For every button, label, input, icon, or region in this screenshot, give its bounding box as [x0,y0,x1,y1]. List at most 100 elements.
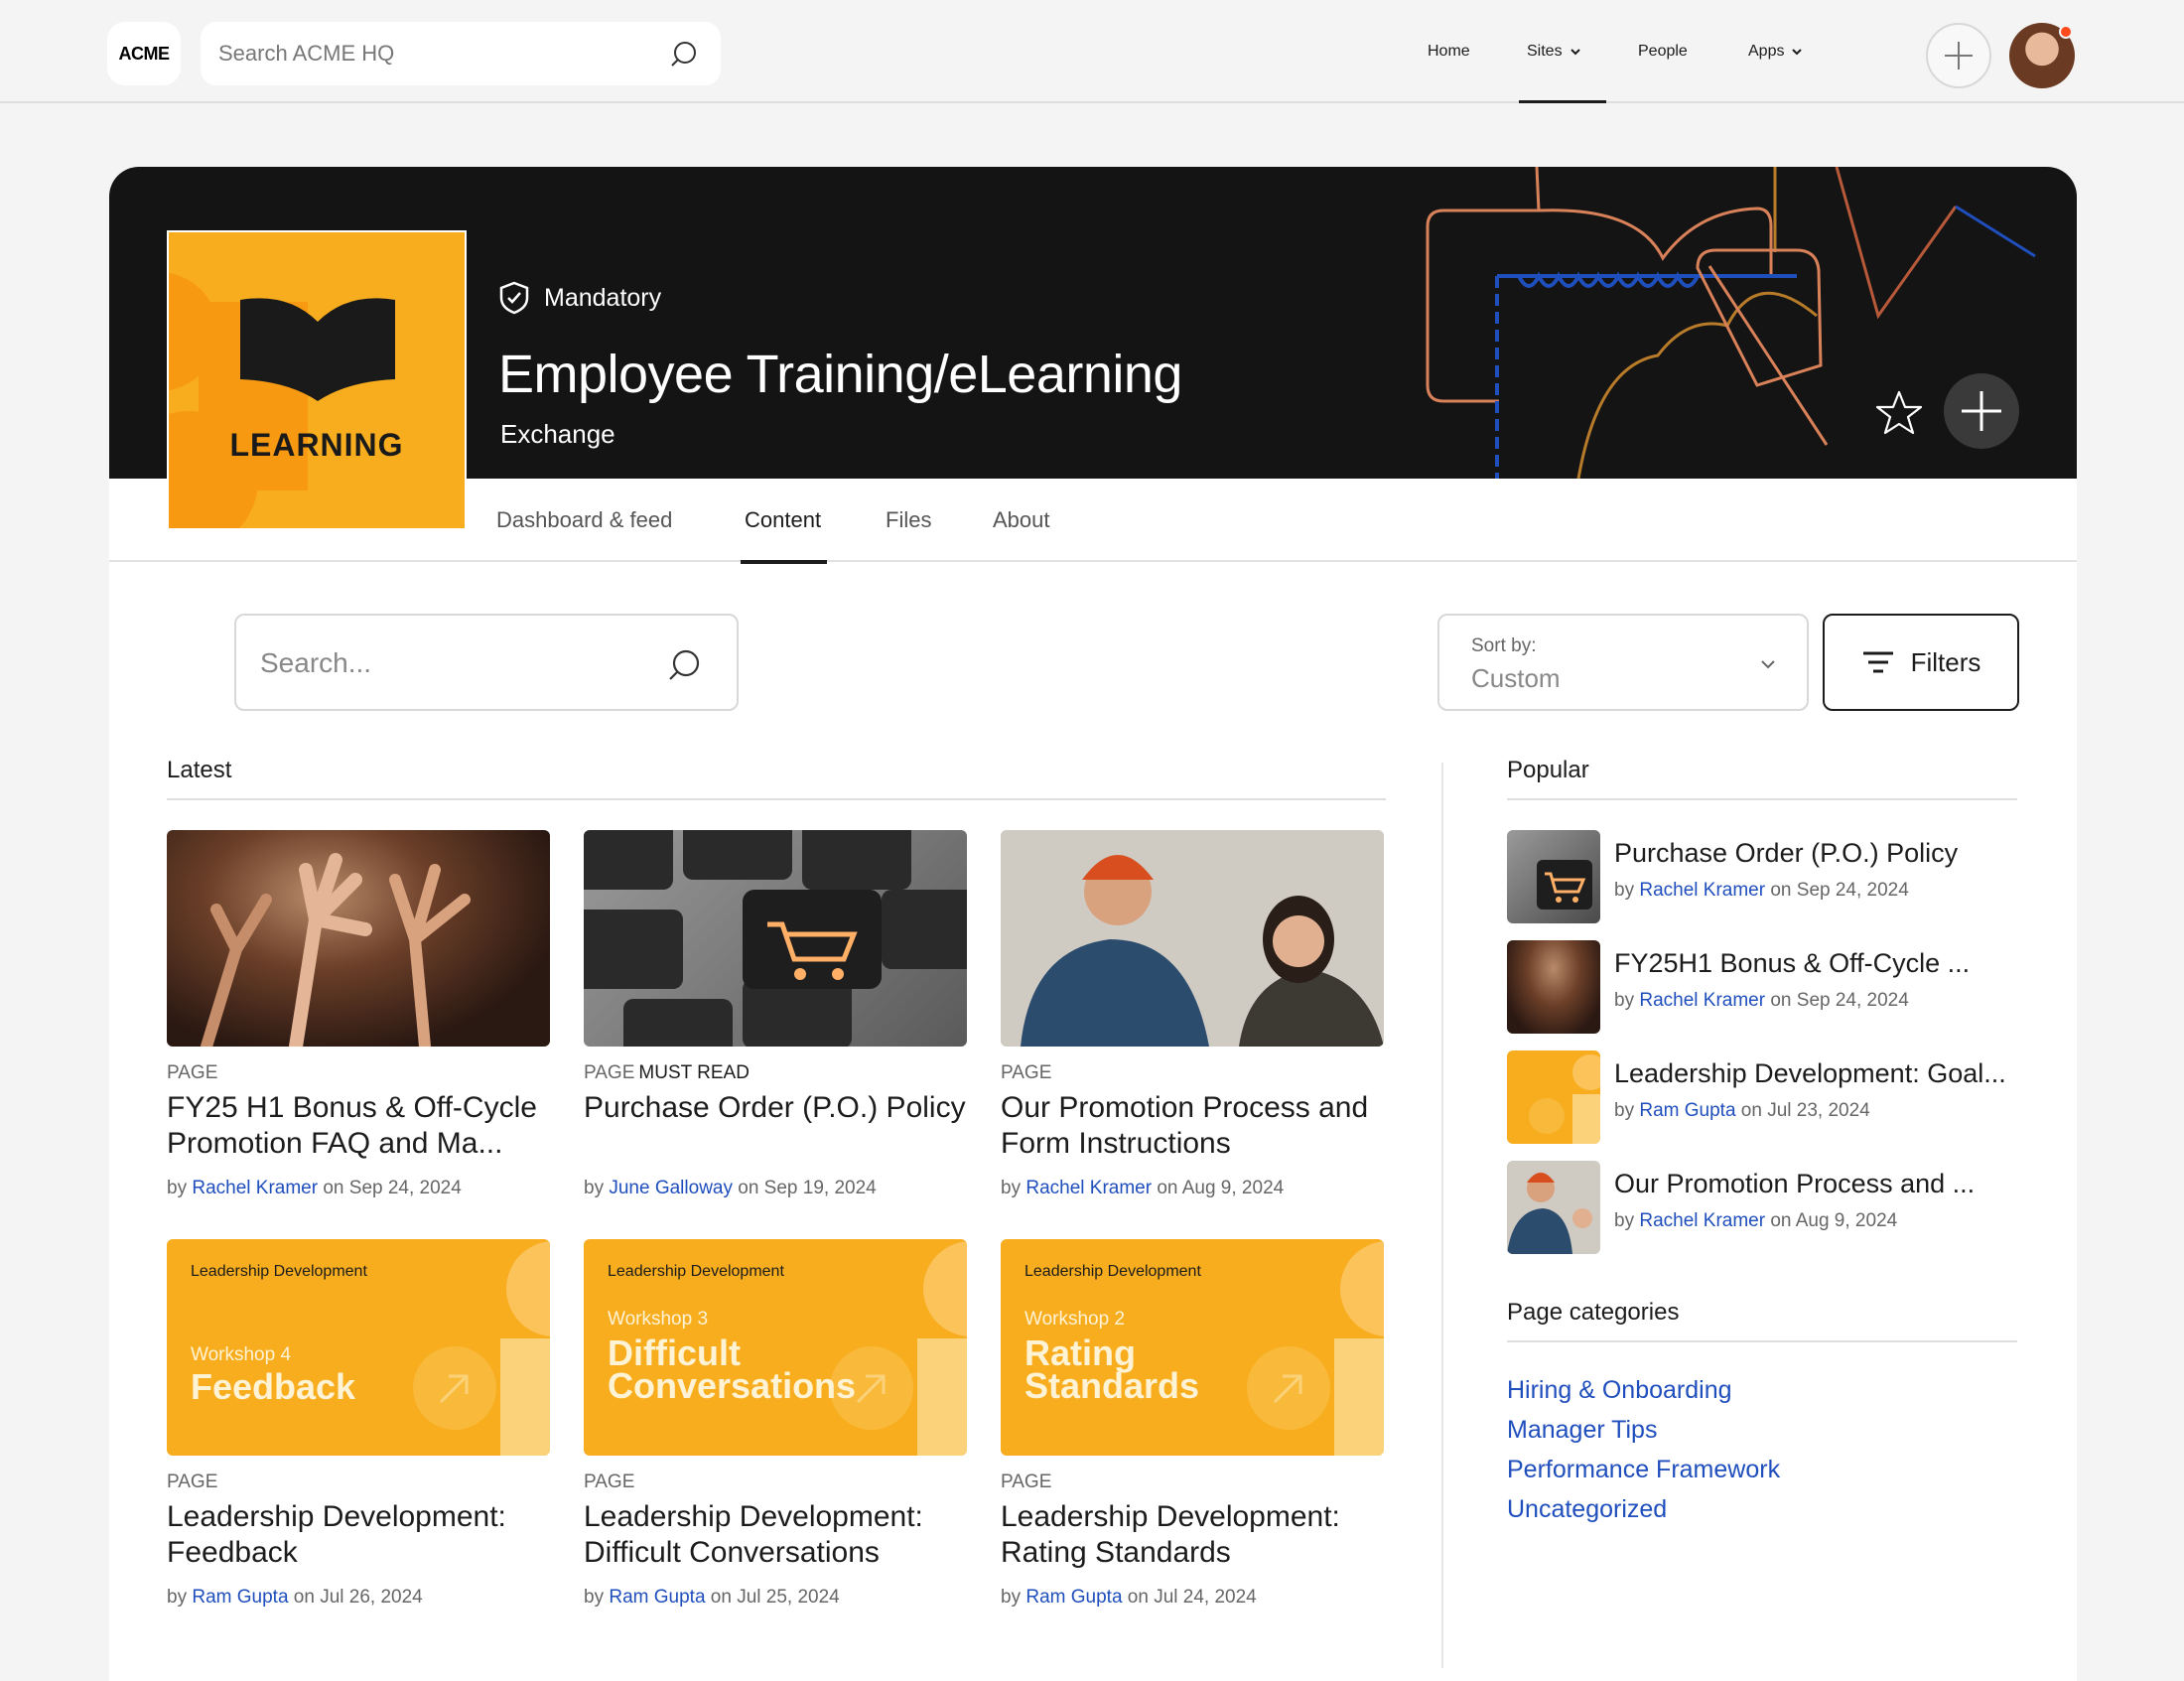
byline-date: on Jul 25, 2024 [710,1587,840,1608]
card-title[interactable]: Leadership Development: Feedback [167,1499,550,1571]
site-logo: LEARNING [167,230,467,530]
site-logo-word: LEARNING [229,427,404,463]
global-search-input[interactable] [218,32,645,75]
popular-item[interactable]: Leadership Development: Goal... by Ram G… [1507,1051,2023,1144]
sort-dropdown[interactable]: Sort by: Custom [1437,614,1809,711]
acme-logo[interactable]: ACME [107,22,181,85]
filter-icon [1862,651,1893,673]
thumb-title: Rating Standards [1024,1332,1200,1406]
card-thumbnail[interactable] [167,830,550,1047]
sort-value: Custom [1471,663,1561,693]
search-icon[interactable] [669,40,699,70]
author-link[interactable]: Rachel Kramer [192,1178,318,1198]
nav-people[interactable]: People [1638,0,1688,103]
card-byline: by Rachel Kramer on Sep 24, 2024 [167,1178,462,1199]
card-byline: by June Galloway on Sep 19, 2024 [584,1178,877,1199]
category-link[interactable]: Manager Tips [1507,1416,1657,1445]
author-link[interactable]: Ram Gupta [1639,1100,1735,1121]
create-button[interactable] [1926,23,1991,88]
byline-date: on Jul 23, 2024 [1740,1100,1870,1121]
filters-label: Filters [1910,646,1981,677]
content-search-input[interactable] [260,639,637,687]
popular-item[interactable]: Our Promotion Process and ... by Rachel … [1507,1161,2023,1254]
byline-date: on Aug 9, 2024 [1770,1210,1898,1231]
content-card: Leadership Development Workshop 3 Diffic… [584,1239,967,1608]
latest-heading: Latest [167,757,232,783]
author-link[interactable]: Rachel Kramer [1025,1178,1152,1198]
popular-item[interactable]: Purchase Order (P.O.) Policy by Rachel K… [1507,830,2023,923]
author-link[interactable]: Ram Gupta [609,1587,705,1608]
nav-sites[interactable]: Sites [1519,0,1606,103]
divider [1507,798,2017,800]
popular-heading: Popular [1507,757,1589,783]
card-thumbnail[interactable]: Leadership Development Workshop 4 Feedba… [167,1239,550,1456]
author-link[interactable]: Rachel Kramer [1639,990,1765,1011]
content-card: PAGE FY25 H1 Bonus & Off-Cycle Promotion… [167,830,550,1198]
tab-content[interactable]: Content [740,479,828,564]
content-type: PAGE [584,1471,634,1493]
tab-about[interactable]: About [993,479,1050,562]
shield-check-icon [499,281,529,315]
content-card: Leadership Development Workshop 2 Rating… [1001,1239,1384,1608]
popular-byline: by Ram Gupta on Jul 23, 2024 [1614,1100,1870,1122]
divider [1441,763,1443,1668]
byline-by: by [1001,1587,1022,1608]
thumb-category: Leadership Development [191,1263,367,1280]
popular-thumbnail [1507,830,1600,923]
global-search[interactable] [201,22,721,85]
card-title[interactable]: FY25 H1 Bonus & Off-Cycle Promotion FAQ … [167,1090,550,1162]
byline-by: by [167,1587,188,1608]
byline-by: by [584,1178,605,1198]
search-icon[interactable] [667,647,703,683]
nav-home[interactable]: Home [1428,0,1470,103]
tab-dashboard[interactable]: Dashboard & feed [496,479,672,562]
popular-thumbnail [1507,940,1600,1034]
card-byline: by Rachel Kramer on Aug 9, 2024 [1001,1178,1284,1199]
category-link[interactable]: Hiring & Onboarding [1507,1376,1732,1405]
card-title[interactable]: Leadership Development: Rating Standards [1001,1499,1384,1571]
byline-by: by [167,1178,188,1198]
byline-by: by [584,1587,605,1608]
add-content-button[interactable] [1944,373,2019,449]
content-type-label: PAGE [584,1471,635,1492]
card-title[interactable]: Leadership Development: Difficult Conver… [584,1499,967,1571]
star-icon[interactable] [1872,387,1926,441]
byline-date: on Aug 9, 2024 [1157,1178,1285,1198]
plus-icon [1945,42,1973,70]
thumb-workshop: Workshop 2 [1024,1309,1126,1330]
notification-dot [2059,25,2073,39]
category-link[interactable]: Uncategorized [1507,1495,1667,1524]
card-thumbnail[interactable]: Leadership Development Workshop 3 Diffic… [584,1239,967,1456]
people-photo [1507,1173,1592,1254]
card-thumbnail[interactable] [1001,830,1384,1047]
popular-item[interactable]: FY25H1 Bonus & Off-Cycle ... by Rachel K… [1507,940,2023,1034]
card-title[interactable]: Our Promotion Process and Form Instructi… [1001,1090,1384,1162]
site-card: Mandatory Employee Training/eLearning Ex… [109,167,2077,1681]
popular-byline: by Rachel Kramer on Sep 24, 2024 [1614,990,1909,1012]
filters-button[interactable]: Filters [1823,614,2019,711]
card-thumbnail[interactable]: Leadership Development Workshop 2 Rating… [1001,1239,1384,1456]
popular-thumbnail [1507,1051,1600,1144]
card-title[interactable]: Purchase Order (P.O.) Policy [584,1090,967,1126]
author-link[interactable]: June Galloway [609,1178,733,1198]
popular-title: Leadership Development: Goal... [1614,1058,2006,1088]
author-link[interactable]: Rachel Kramer [1639,880,1765,901]
author-link[interactable]: Rachel Kramer [1639,1210,1765,1231]
byline-date: on Sep 24, 2024 [1770,880,1909,901]
author-link[interactable]: Ram Gupta [192,1587,288,1608]
tab-files[interactable]: Files [886,479,931,562]
content-card: Leadership Development Workshop 4 Feedba… [167,1239,550,1608]
card-thumbnail[interactable] [584,830,967,1047]
divider [167,798,1386,800]
thumb-category: Leadership Development [1024,1263,1201,1280]
byline-date: on Jul 26, 2024 [293,1587,423,1608]
category-link[interactable]: Performance Framework [1507,1456,1780,1484]
hands-image [201,853,471,1047]
content-search[interactable] [234,614,739,711]
nav-apps[interactable]: Apps [1748,0,1804,103]
content-type: PAGE MUST READ [584,1062,750,1084]
user-avatar[interactable] [2009,23,2075,88]
byline-by: by [1614,990,1635,1011]
popular-title: Our Promotion Process and ... [1614,1169,1976,1198]
author-link[interactable]: Ram Gupta [1025,1587,1122,1608]
